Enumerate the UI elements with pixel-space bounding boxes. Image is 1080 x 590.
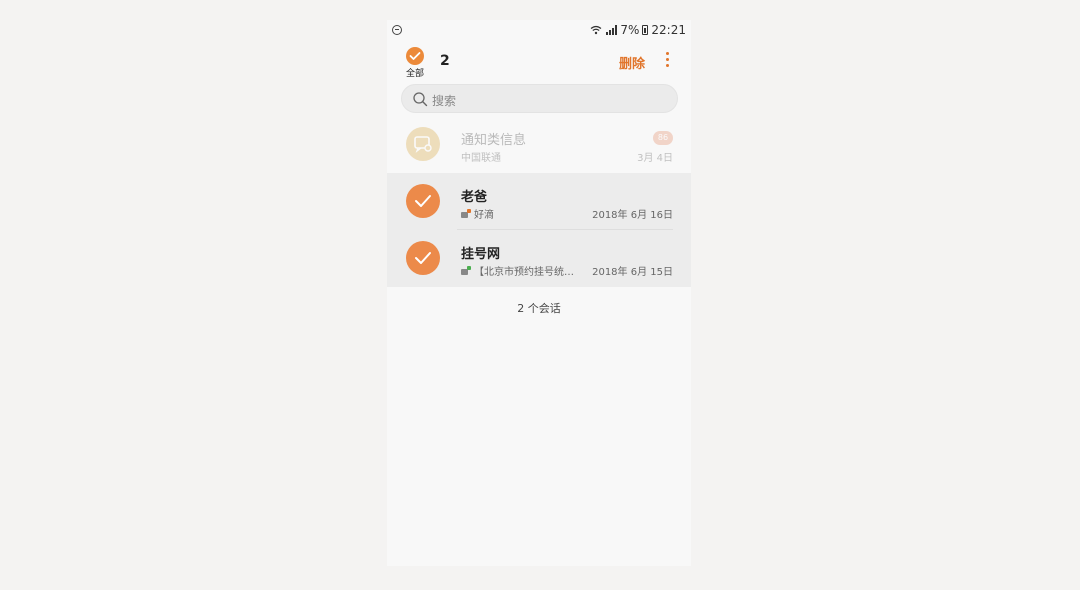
list-item[interactable]: 挂号网 【北京市预约挂号统… 2018年 6月 15日 xyxy=(387,230,691,287)
conversation-date: 3月 4日 xyxy=(637,153,673,164)
conversation-preview: 中国联通 xyxy=(461,149,501,164)
conversation-preview-text: 好滴 xyxy=(474,210,494,221)
battery-percent: 7% xyxy=(620,23,640,37)
conversation-preview: 【北京市预约挂号统… xyxy=(461,263,574,278)
conversation-preview-text: 【北京市预约挂号统… xyxy=(474,267,574,278)
status-bar: 7% 22:21 xyxy=(387,20,691,42)
conversation-date: 2018年 6月 15日 xyxy=(592,267,673,278)
selected-check-icon[interactable] xyxy=(406,184,440,218)
search-icon xyxy=(413,92,428,107)
clock: 22:21 xyxy=(651,23,686,37)
select-all-check-icon xyxy=(406,47,424,65)
battery-icon xyxy=(642,25,649,35)
search-placeholder: 搜索 xyxy=(432,94,457,108)
selected-count: 2 xyxy=(440,53,450,69)
do-not-disturb-icon xyxy=(392,25,402,35)
list-item[interactable]: 老爸 好滴 2018年 6月 16日 xyxy=(387,173,691,230)
conversation-preview: 好滴 xyxy=(461,206,494,221)
wifi-icon xyxy=(590,25,602,35)
sim-incoming-icon xyxy=(461,266,472,275)
notification-avatar-icon xyxy=(406,127,440,161)
more-options-icon[interactable] xyxy=(663,52,671,70)
list-item[interactable]: 通知类信息 中国联通 86 3月 4日 xyxy=(387,116,691,173)
conversation-preview-text: 中国联通 xyxy=(461,153,501,164)
conversation-count: 2 个会话 xyxy=(517,302,561,315)
conversation-name: 通知类信息 xyxy=(461,133,527,148)
status-indicators: 7% 22:21 xyxy=(590,23,686,37)
sim-outgoing-icon xyxy=(461,209,472,218)
selected-check-icon[interactable] xyxy=(406,241,440,275)
signal-icon xyxy=(606,25,618,35)
phone-screen: 7% 22:21 全部 2 删除 搜索 通知类信息 中国联通 86 3月 4日 … xyxy=(387,20,691,566)
conversation-name: 挂号网 xyxy=(461,247,501,262)
conversation-name: 老爸 xyxy=(461,190,488,205)
search-input[interactable]: 搜索 xyxy=(401,84,678,113)
conversation-date: 2018年 6月 16日 xyxy=(592,210,673,221)
unread-badge: 86 xyxy=(653,131,673,145)
delete-button[interactable]: 删除 xyxy=(619,53,645,72)
select-all-button[interactable]: 全部 xyxy=(402,47,428,79)
select-all-label: 全部 xyxy=(405,69,424,79)
